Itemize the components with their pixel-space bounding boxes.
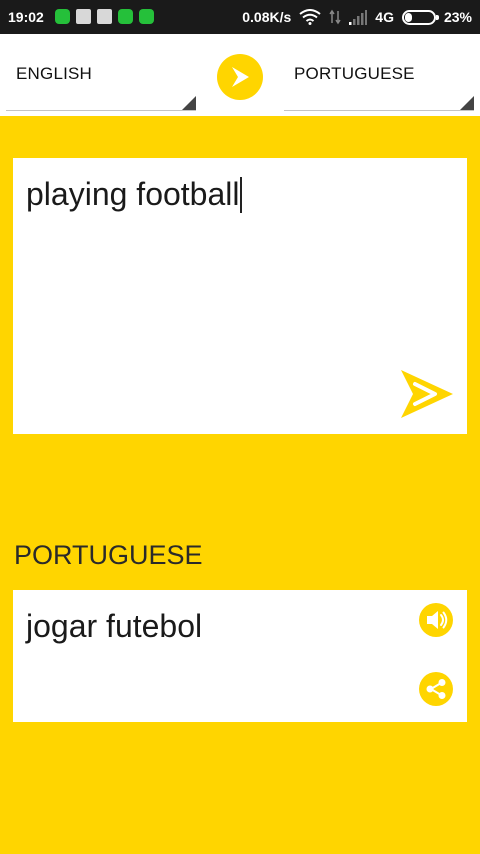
- app-icon: [118, 9, 133, 24]
- source-text: playing football: [26, 176, 240, 212]
- arrow-right-icon: [232, 67, 249, 87]
- target-language-underline: [284, 110, 474, 111]
- battery-percent: 23%: [443, 9, 472, 25]
- status-right: 0.08K/s 4G 23%: [242, 9, 472, 25]
- whatsapp-icon: [139, 9, 154, 24]
- network-type: 4G: [375, 9, 394, 25]
- network-speed: 0.08K/s: [242, 9, 292, 25]
- translated-text: jogar futebol: [26, 608, 203, 644]
- text-caret: [240, 176, 243, 213]
- status-time: 19:02: [8, 9, 44, 25]
- translate-button[interactable]: [395, 366, 457, 422]
- wifi-icon: [299, 9, 321, 25]
- battery-level: [404, 12, 412, 22]
- source-text-input[interactable]: playing football: [26, 176, 243, 213]
- message-icon: [97, 9, 112, 24]
- notification-icons: [55, 9, 154, 24]
- swap-languages-button[interactable]: [217, 54, 263, 100]
- share-button[interactable]: [419, 672, 453, 706]
- language-bar: ENGLISH PORTUGUESE: [0, 34, 480, 116]
- battery-icon: [401, 9, 439, 25]
- dropdown-arrow-icon[interactable]: [460, 96, 474, 110]
- input-card[interactable]: playing football: [13, 158, 467, 434]
- signal-icon: [349, 9, 368, 25]
- screenshot-icon: [76, 9, 91, 24]
- data-transfer-icon: [329, 9, 341, 25]
- speak-button[interactable]: [419, 603, 453, 637]
- result-language-label: PORTUGUESE: [14, 540, 203, 570]
- result-card: jogar futebol: [13, 590, 467, 722]
- source-language-select[interactable]: ENGLISH: [16, 64, 92, 84]
- target-language-select[interactable]: PORTUGUESE: [294, 64, 415, 84]
- source-language-underline: [6, 110, 196, 111]
- share-icon: [426, 679, 446, 699]
- speaker-icon: [427, 611, 448, 629]
- dropdown-arrow-icon[interactable]: [182, 96, 196, 110]
- whatsapp-icon: [55, 9, 70, 24]
- status-bar: 19:02 0.08K/s 4G 23%: [0, 0, 480, 34]
- send-arrow-icon: [401, 370, 453, 418]
